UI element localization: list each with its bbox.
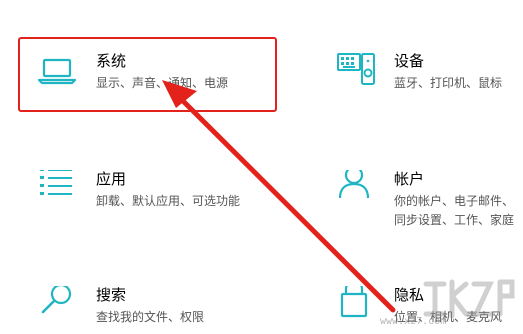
tile-apps[interactable]: 应用 卸载、默认应用、可选功能 <box>36 170 266 218</box>
tile-devices[interactable]: 设备 蓝牙、打印机、鼠标 <box>334 52 523 100</box>
tile-description: 蓝牙、打印机、鼠标 <box>394 76 503 90</box>
padlock-icon <box>340 286 368 318</box>
tile-search[interactable]: 搜索 查找我的文件、权限 <box>36 286 266 330</box>
tile-title: 设备 <box>394 52 425 70</box>
magnifier-icon <box>41 286 72 314</box>
highlight-box <box>18 37 277 112</box>
tile-title: 隐私 <box>394 286 425 304</box>
tile-title: 搜索 <box>96 286 127 304</box>
keyboard-speaker-icon <box>337 53 375 85</box>
tile-description: 查找我的文件、权限 <box>96 310 205 324</box>
tile-accounts[interactable]: 帐户 你的帐户、电子邮件、同步设置、工作、家庭 <box>334 170 523 230</box>
tile-title: 应用 <box>96 170 127 188</box>
person-icon <box>338 170 370 199</box>
watermark-text: www.xz7.com <box>380 316 447 327</box>
apps-list-icon <box>40 170 72 195</box>
tile-title: 帐户 <box>394 170 425 188</box>
tile-description: 卸载、默认应用、可选功能 <box>96 194 241 208</box>
tile-description: 你的帐户、电子邮件、同步设置、工作、家庭 <box>394 194 515 227</box>
